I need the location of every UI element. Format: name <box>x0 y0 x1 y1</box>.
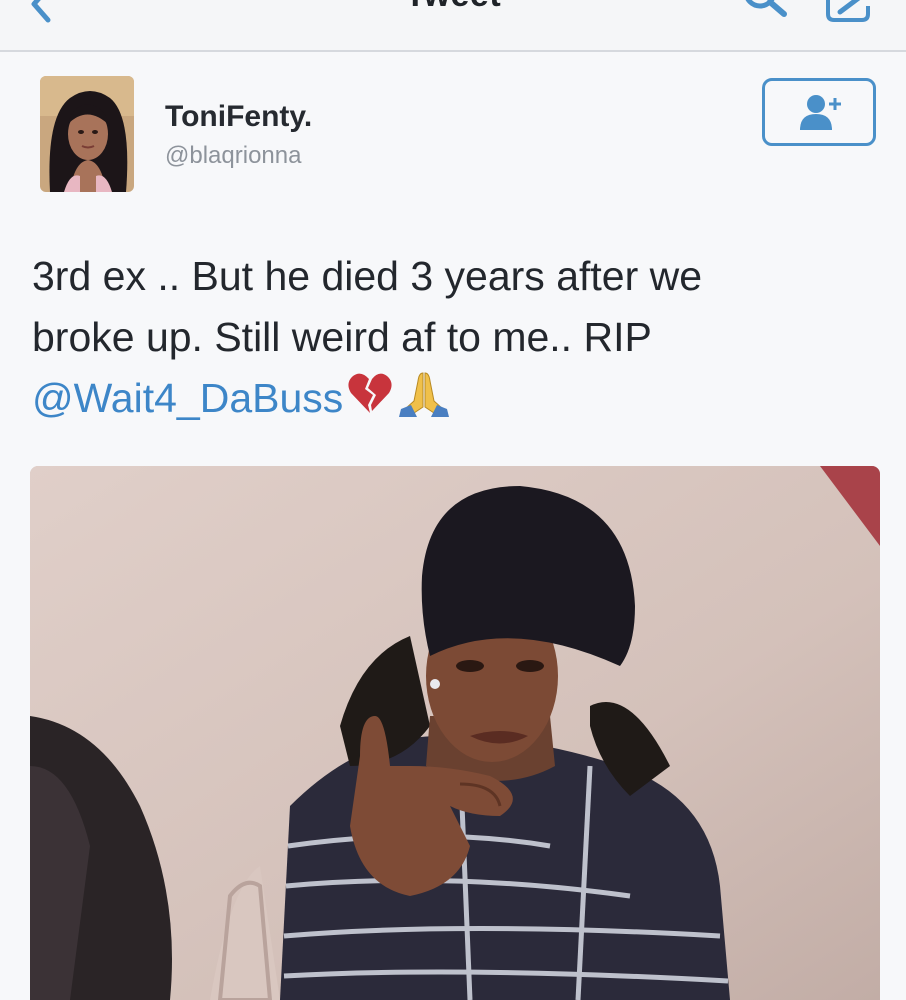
compose-icon[interactable] <box>822 0 882 28</box>
search-icon[interactable] <box>738 0 794 26</box>
author-display-name[interactable]: ToniFenty. <box>165 100 312 134</box>
tweet-text-line-2: broke up. Still weird af to me.. RIP <box>32 314 652 360</box>
tweet-text-line-1: 3rd ex .. But he died 3 years after we <box>32 253 703 299</box>
broken-heart-emoji <box>347 371 393 432</box>
praying-hands-emoji <box>397 369 451 434</box>
nav-bar: Tweet <box>0 0 906 52</box>
tweet-detail-screen: Tweet ToniFenty. @blaqrionna <box>0 0 906 1000</box>
follow-button[interactable] <box>762 78 876 146</box>
tweet-text-line-3: @Wait4_DaBuss <box>32 368 882 434</box>
tweet-photo[interactable] <box>30 466 880 1000</box>
author-handle[interactable]: @blaqrionna <box>165 142 301 170</box>
avatar[interactable] <box>40 76 134 192</box>
add-user-icon <box>800 95 841 130</box>
tweet-text: 3rd ex .. But he died 3 years after we b… <box>32 246 882 434</box>
mention-link[interactable]: @Wait4_DaBuss <box>32 375 343 421</box>
